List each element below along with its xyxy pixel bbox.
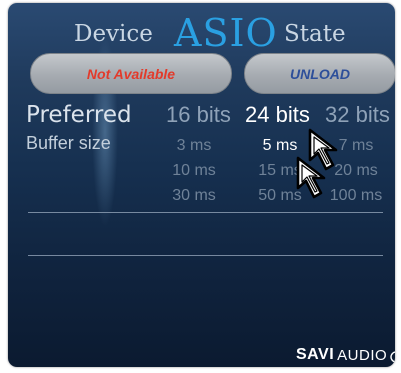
logo-text-savi: SAVI (296, 346, 335, 363)
buffer-option-10ms[interactable]: 10 ms (164, 160, 224, 182)
device-status-button[interactable]: Not Available (30, 53, 232, 94)
buffer-size-label: Buffer size (26, 133, 111, 153)
pointer-cursor-icon (296, 156, 326, 199)
buffer-option-100ms[interactable]: 100 ms (326, 185, 386, 207)
separator-line (28, 255, 383, 256)
asio-device-panel: Device ASIO State Not Available UNLOAD P… (8, 3, 395, 367)
unload-button-label: UNLOAD (290, 65, 350, 82)
buffer-option-3ms[interactable]: 3 ms (164, 135, 224, 157)
buffer-option-5ms[interactable]: 5 ms (250, 135, 310, 157)
bits-option-24[interactable]: 24 bits (245, 101, 310, 129)
logo-mark-icon (390, 351, 395, 363)
logo-text-audio: AUDIO (337, 346, 388, 364)
asio-title: ASIO (174, 11, 278, 55)
preferred-label: Preferred (26, 102, 132, 128)
state-header: State (284, 21, 346, 47)
device-status-label: Not Available (86, 65, 176, 82)
device-header: Device (74, 21, 153, 47)
savi-audio-logo: SAVI AUDIO (296, 343, 395, 367)
bits-option-16[interactable]: 16 bits (166, 101, 231, 129)
buffer-option-30ms[interactable]: 30 ms (164, 185, 224, 207)
bits-option-32[interactable]: 32 bits (325, 101, 390, 129)
separator-line (28, 212, 383, 213)
unload-button[interactable]: UNLOAD (244, 53, 395, 94)
